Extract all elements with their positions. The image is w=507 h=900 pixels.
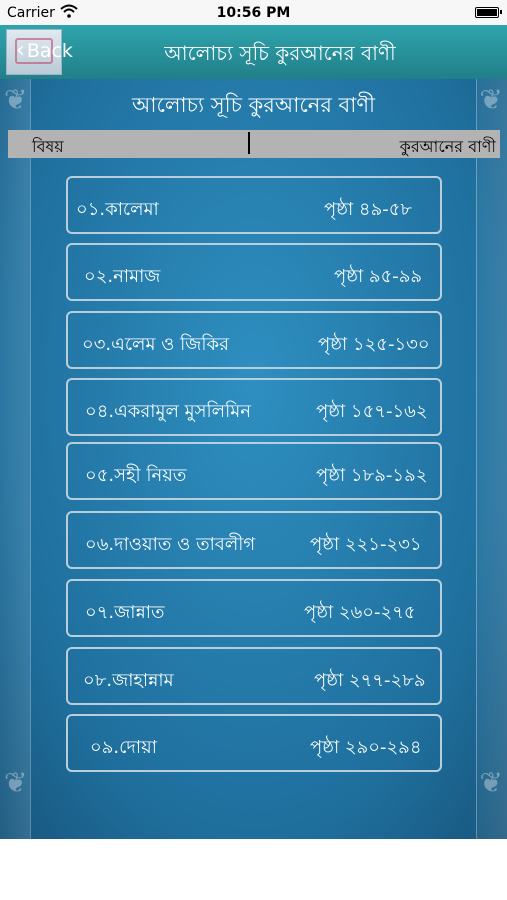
toc-item[interactable]: ০৭.জান্নাত পৃষ্ঠা ২৬০-২৭৫ xyxy=(66,579,442,637)
toc-item-page: পৃষ্ঠা ২২১-২৩১ xyxy=(310,534,422,555)
table-header: বিষয় কুরআনের বাণী xyxy=(8,130,500,158)
toc-item[interactable]: ০১.কালেমা পৃষ্ঠা ৪৯-৫৮ xyxy=(66,176,442,234)
ornament-icon: ❦ xyxy=(479,766,503,799)
toc-item[interactable]: ০৬.দাওয়াত ও তাবলীগ পৃষ্ঠা ২২১-২৩১ xyxy=(66,511,442,569)
toc-item-page: পৃষ্ঠা ১২৫-১৩০ xyxy=(318,334,430,355)
header-subject: বিষয় xyxy=(32,137,64,156)
ornament-icon: ❦ xyxy=(4,766,28,799)
toc-item-label: ০১.কালেমা xyxy=(76,199,159,220)
header-quran-vani: কুরআনের বাণী xyxy=(399,137,496,156)
toc-item[interactable]: ০২.নামাজ পৃষ্ঠা ৯৫-৯৯ xyxy=(66,243,442,301)
navigation-bar: ‹ Back আলোচ্য সূচি কুরআনের বাণী xyxy=(0,25,507,79)
status-time: 10:56 PM xyxy=(216,5,291,21)
chevron-left-icon: ‹ xyxy=(16,38,25,63)
nav-title: আলোচ্য সূচি কুরআনের বাণী xyxy=(164,41,396,65)
page-heading: আলোচ্য সূচি কুরআনের বাণী xyxy=(131,93,376,117)
toc-item-label: ০৩.এলেম ও জিকির xyxy=(82,334,230,355)
toc-item-page: পৃষ্ঠা ২৯০-২৯৪ xyxy=(310,737,422,758)
toc-item-label: ০২.নামাজ xyxy=(84,266,161,287)
back-button[interactable]: ‹ Back xyxy=(16,38,73,63)
battery-icon xyxy=(475,7,502,18)
toc-item[interactable]: ০৮.জাহান্নাম পৃষ্ঠা ২৭৭-২৮৯ xyxy=(66,647,442,705)
toc-item-page: পৃষ্ঠা ১৮৯-১৯২ xyxy=(316,465,428,486)
back-button-label: Back xyxy=(26,40,73,62)
toc-item-page: পৃষ্ঠা ৪৯-৫৮ xyxy=(324,199,413,220)
toc-item-page: পৃষ্ঠা ১৫৭-১৬২ xyxy=(316,401,428,422)
bottom-blank-area xyxy=(0,839,507,900)
content-area: ❦ ❦ ❦ ❦ আলোচ্য সূচি কুরআনের বাণী বিষয় ক… xyxy=(0,79,507,839)
toc-item-label: ০৬.দাওয়াত ও তাবলীগ xyxy=(85,534,256,555)
toc-item-label: ০৭.জান্নাত xyxy=(85,602,165,623)
toc-item[interactable]: ০৩.এলেম ও জিকির পৃষ্ঠা ১২৫-১৩০ xyxy=(66,311,442,369)
toc-item[interactable]: ০৫.সহী নিয়ত পৃষ্ঠা ১৮৯-১৯২ xyxy=(66,442,442,500)
toc-item-page: পৃষ্ঠা ২৭৭-২৮৯ xyxy=(314,670,426,691)
toc-item-label: ০৮.জাহান্নাম xyxy=(83,670,174,691)
toc-item[interactable]: ০৪.একরামুল মুসলিমিন পৃষ্ঠা ১৫৭-১৬২ xyxy=(66,378,442,436)
status-bar: Carrier 10:56 PM xyxy=(0,0,507,25)
toc-item-page: পৃষ্ঠা ২৬০-২৭৫ xyxy=(304,602,416,623)
decorative-border-left xyxy=(0,79,31,839)
decorative-border-right xyxy=(476,79,507,839)
toc-item-label: ০৫.সহী নিয়ত xyxy=(85,465,187,486)
header-divider xyxy=(248,132,250,154)
toc-item-label: ০৯.দোয়া xyxy=(90,737,157,758)
toc-item-page: পৃষ্ঠা ৯৫-৯৯ xyxy=(334,266,423,287)
toc-item[interactable]: ০৯.দোয়া পৃষ্ঠা ২৯০-২৯৪ xyxy=(66,714,442,772)
toc-item-label: ০৪.একরামুল মুসলিমিন xyxy=(85,401,251,422)
